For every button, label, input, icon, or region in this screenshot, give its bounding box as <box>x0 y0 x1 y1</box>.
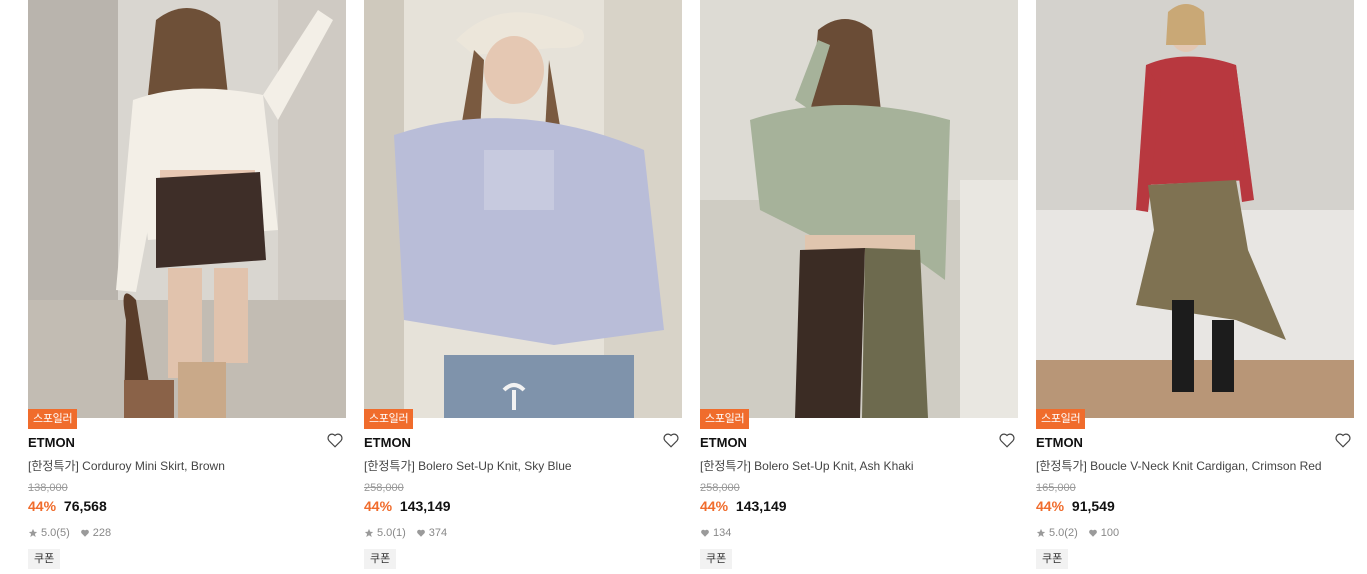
rating: 5.0 (2) <box>1036 527 1078 539</box>
star-icon <box>1036 528 1046 537</box>
sale-price: 91,549 <box>1071 498 1115 514</box>
review-count: (2) <box>1064 527 1078 539</box>
original-price: 258,000 <box>700 482 740 494</box>
spoiler-badge: 스포일러 <box>700 409 750 429</box>
product-stats: 5.0 (1) 374 <box>364 527 457 539</box>
discount-rate: 44% <box>1036 498 1065 514</box>
heart-filled-icon <box>701 529 709 537</box>
heart-filled-icon <box>80 529 89 537</box>
likes-count: 134 <box>713 527 732 539</box>
original-price: 138,000 <box>28 482 68 494</box>
price-row: 44% 76,568 <box>28 498 107 514</box>
coupon-tag: 쿠폰 <box>1036 549 1069 569</box>
product-card[interactable]: 스포일러 ETMON [한정특가] Corduroy Mini Skirt, B… <box>28 0 346 574</box>
discount-rate: 44% <box>364 498 393 514</box>
likes: 374 <box>416 527 447 539</box>
rating-value: 5.0 <box>41 527 57 539</box>
product-name[interactable]: [한정특가] Bolero Set-Up Knit, Sky Blue <box>364 457 572 474</box>
sale-price: 143,149 <box>399 498 451 514</box>
likes-count: 374 <box>428 527 448 539</box>
likes: 228 <box>80 527 111 539</box>
product-card[interactable]: 스포일러 ETMON [한정특가] Bolero Set-Up Knit, As… <box>700 0 1018 574</box>
rating-value: 5.0 <box>377 527 393 539</box>
product-image[interactable] <box>700 0 1018 418</box>
spoiler-badge: 스포일러 <box>364 409 414 429</box>
likes: 100 <box>1088 527 1119 539</box>
heart-outline-icon[interactable] <box>998 431 1016 449</box>
sale-price: 76,568 <box>63 498 107 514</box>
coupon-tag: 쿠폰 <box>700 549 733 569</box>
product-stats: 5.0 (2) 100 <box>1036 527 1129 539</box>
spoiler-badge: 스포일러 <box>28 409 78 429</box>
product-grid: 스포일러 ETMON [한정특가] Corduroy Mini Skirt, B… <box>0 0 1367 574</box>
product-name[interactable]: [한정특가] Corduroy Mini Skirt, Brown <box>28 457 225 474</box>
heart-filled-icon <box>416 529 425 537</box>
product-card[interactable]: 스포일러 ETMON [한정특가] Boucle V-Neck Knit Car… <box>1036 0 1354 574</box>
product-name[interactable]: [한정특가] Bolero Set-Up Knit, Ash Khaki <box>700 457 914 474</box>
product-stats: 134 <box>700 527 741 539</box>
coupon-tag: 쿠폰 <box>364 549 397 569</box>
star-icon <box>364 528 374 537</box>
heart-filled-icon <box>1088 529 1097 537</box>
likes-count: 228 <box>92 527 112 539</box>
rating: 5.0 (5) <box>28 527 70 539</box>
price-row: 44% 143,149 <box>700 498 787 514</box>
product-image[interactable] <box>364 0 682 418</box>
likes: 134 <box>700 527 731 539</box>
heart-outline-icon[interactable] <box>1334 431 1352 449</box>
rating: 5.0 (1) <box>364 527 406 539</box>
rating-value: 5.0 <box>1049 527 1065 539</box>
price-row: 44% 143,149 <box>364 498 451 514</box>
star-icon <box>28 528 38 537</box>
brand-name[interactable]: ETMON <box>28 435 75 450</box>
heart-outline-icon[interactable] <box>662 431 680 449</box>
product-image[interactable] <box>1036 0 1354 418</box>
likes-count: 100 <box>1100 527 1120 539</box>
review-count: (1) <box>392 527 406 539</box>
coupon-tag: 쿠폰 <box>28 549 61 569</box>
original-price: 165,000 <box>1036 482 1076 494</box>
discount-rate: 44% <box>28 498 57 514</box>
product-image[interactable] <box>28 0 346 418</box>
product-card[interactable]: 스포일러 ETMON [한정특가] Bolero Set-Up Knit, Sk… <box>364 0 682 574</box>
product-stats: 5.0 (5) 228 <box>28 527 121 539</box>
original-price: 258,000 <box>364 482 404 494</box>
price-row: 44% 91,549 <box>1036 498 1115 514</box>
spoiler-badge: 스포일러 <box>1036 409 1086 429</box>
product-name[interactable]: [한정특가] Boucle V-Neck Knit Cardigan, Crim… <box>1036 457 1322 474</box>
brand-name[interactable]: ETMON <box>364 435 411 450</box>
sale-price: 143,149 <box>735 498 787 514</box>
brand-name[interactable]: ETMON <box>700 435 747 450</box>
brand-name[interactable]: ETMON <box>1036 435 1083 450</box>
heart-outline-icon[interactable] <box>326 431 344 449</box>
review-count: (5) <box>56 527 70 539</box>
discount-rate: 44% <box>700 498 729 514</box>
